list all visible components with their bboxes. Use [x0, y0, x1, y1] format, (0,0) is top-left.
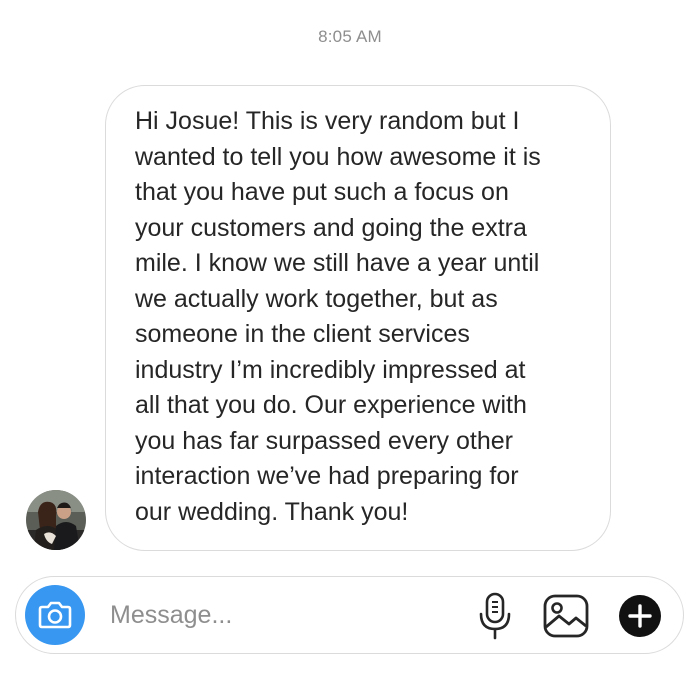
received-message-bubble[interactable]: Hi Josue! This is very random but I want…: [105, 85, 611, 551]
gallery-button[interactable]: [542, 593, 590, 639]
image-icon: [543, 594, 589, 638]
direct-message-thread: 8:05 AM Hi Josue! This is very random bu…: [0, 0, 700, 690]
microphone-icon: [479, 592, 511, 640]
message-input[interactable]: [110, 597, 440, 633]
message-composer: [15, 576, 684, 654]
sender-avatar[interactable]: [26, 490, 86, 550]
plus-circle-icon: [619, 595, 661, 637]
camera-icon: [38, 601, 72, 629]
more-options-button[interactable]: [618, 594, 662, 638]
message-timestamp: 8:05 AM: [318, 27, 382, 46]
avatar-photo: [26, 490, 86, 550]
camera-button[interactable]: [25, 585, 85, 645]
message-text: Hi Josue! This is very random but I want…: [135, 107, 541, 526]
microphone-button[interactable]: [477, 592, 513, 640]
